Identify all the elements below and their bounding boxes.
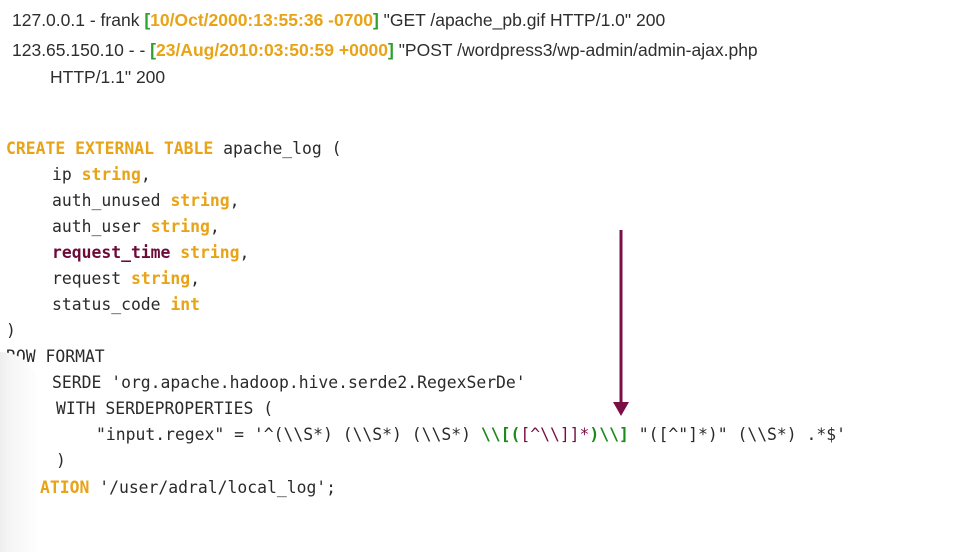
regex-timestamp-group: [^\\]]* <box>520 425 590 444</box>
column-sep: , <box>190 269 201 288</box>
column-line: auth_unused string, <box>52 191 240 210</box>
column-sep: , <box>229 191 240 210</box>
column-sep: , <box>239 243 250 262</box>
down-arrow-icon <box>613 230 629 416</box>
column-sep: , <box>209 217 220 236</box>
close-paren: ) <box>6 321 16 340</box>
regex-tail: "([^"]*)" (\\S*) .*$' <box>628 425 847 444</box>
with-serdeproperties-line: WITH SERDEPROPERTIES ( <box>56 399 274 418</box>
column-sep: , <box>140 165 151 184</box>
regex-bracket-close: )\\] <box>589 425 629 444</box>
presenter-silhouette <box>0 352 40 552</box>
serde-line: SERDE 'org.apache.hadoop.hive.serde2.Reg… <box>52 373 526 392</box>
column-type: string <box>81 165 141 184</box>
regex-line: "input.regex" = '^(\\S*) (\\S*) (\\S*) \… <box>96 425 846 444</box>
column-name-highlighted: request_time <box>52 243 171 262</box>
column-name: ip <box>52 165 72 184</box>
column-type: string <box>180 243 240 262</box>
column-type: string <box>130 269 191 288</box>
location-value: '/user/adral/local_log'; <box>89 478 337 497</box>
log-line-2: 123.65.150.10 - - [23/Aug/2010:03:50:59 … <box>12 40 758 61</box>
column-name: auth_unused <box>52 191 161 210</box>
column-line: request string, <box>52 269 200 288</box>
log-suffix: "POST /wordpress3/wp-admin/admin-ajax.ph… <box>393 40 758 60</box>
column-line: auth_user string, <box>52 217 220 236</box>
timestamp: 10/Oct/2000:13:55:36 -0700 <box>150 10 373 30</box>
log-prefix: 127.0.0.1 - frank <box>12 10 145 30</box>
column-name: status_code <box>52 295 161 314</box>
column-type: string <box>170 191 230 210</box>
column-type: int <box>170 295 201 314</box>
column-name: request <box>52 269 122 288</box>
log-prefix: 123.65.150.10 - - <box>12 40 151 60</box>
create-table-line: CREATE EXTERNAL TABLE apache_log ( <box>6 139 342 158</box>
props-close-paren: ) <box>56 451 66 470</box>
location-keyword: ATION <box>40 478 90 497</box>
column-name: auth_user <box>52 217 141 236</box>
column-line: request_time string, <box>52 243 249 262</box>
column-line: ip string, <box>52 165 151 184</box>
create-keyword: CREATE EXTERNAL TABLE <box>6 139 214 158</box>
log-line-2-continuation: HTTP/1.1" 200 <box>50 67 166 87</box>
regex-key: "input.regex" = '^(\\S*) (\\S*) (\\S*) <box>96 425 481 444</box>
log-suffix: "GET /apache_pb.gif HTTP/1.0" 200 <box>378 10 666 30</box>
location-line: ATION '/user/adral/local_log'; <box>40 478 336 497</box>
table-name: apache_log ( <box>213 139 342 158</box>
column-line: status_code int <box>52 295 200 314</box>
timestamp: 23/Aug/2010:03:50:59 +0000 <box>155 40 389 60</box>
column-type: string <box>150 217 210 236</box>
log-line-1: 127.0.0.1 - frank [10/Oct/2000:13:55:36 … <box>12 10 665 31</box>
regex-bracket-open: \\[( <box>480 425 521 444</box>
